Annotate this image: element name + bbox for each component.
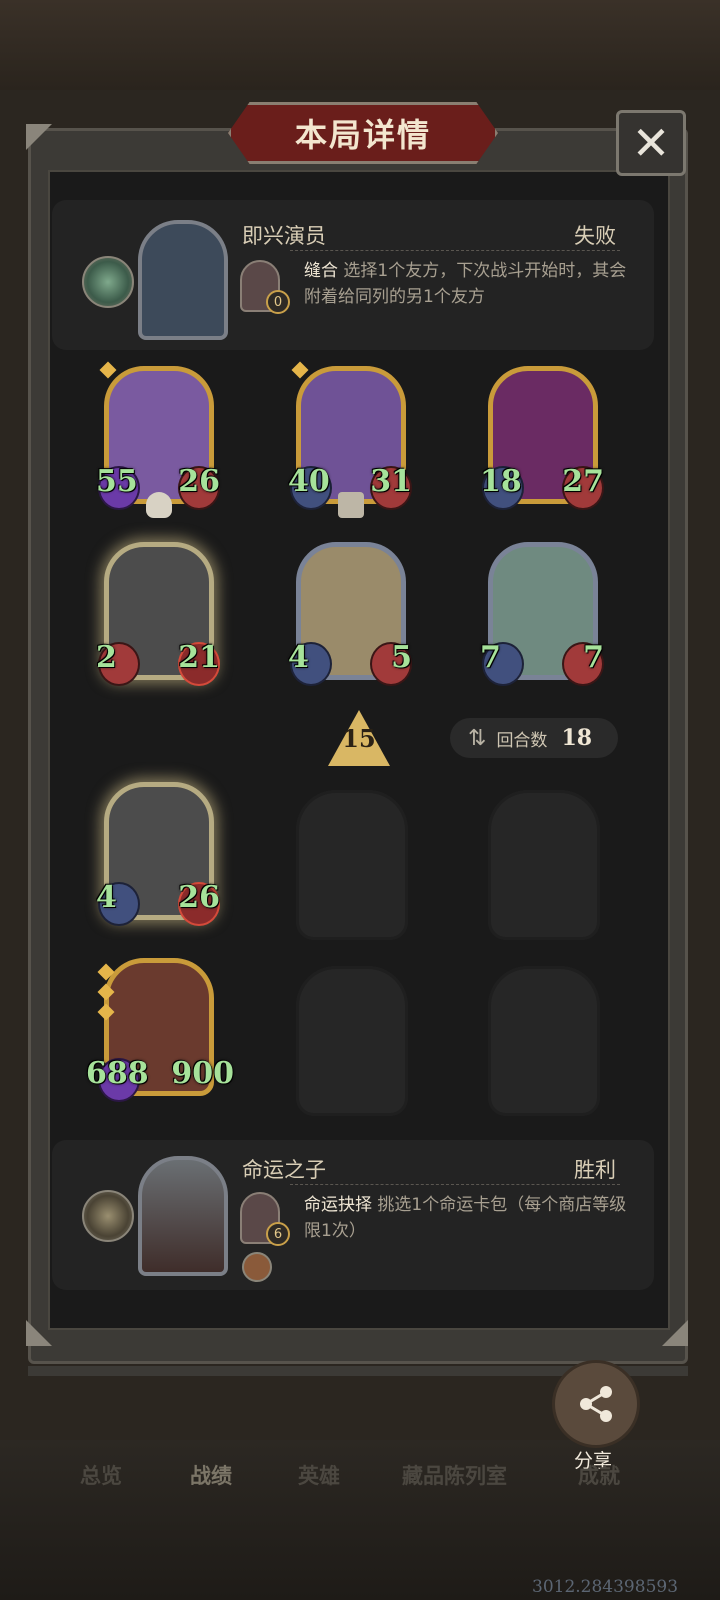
minion-attack: 55	[96, 464, 138, 499]
player-name: 命运之子	[242, 1158, 326, 1182]
minion-health: 26	[178, 880, 220, 915]
player-result: 胜利	[574, 1158, 616, 1182]
coordinate-readout: 3012.284398593	[532, 1577, 679, 1597]
nav-tab-records[interactable]: 战绩	[190, 1460, 232, 1490]
opponent-result: 失败	[574, 224, 616, 248]
player-skill-name: 命运抉择	[304, 1195, 372, 1215]
player-hero-power-icon[interactable]	[82, 1190, 134, 1242]
opponent-panel: 即兴演员 失败 0 缝合 选择1个友方，下次战斗开始时，其会附着给同列的另1个友…	[52, 200, 654, 350]
share-icon	[580, 1386, 612, 1422]
opponent-skill-count: 0	[266, 290, 290, 314]
minion-health: 26	[178, 464, 220, 499]
player-panel: 命运之子 胜利 6 命运抉择 挑选1个命运卡包（每个商店等级限1次）	[52, 1140, 654, 1290]
empty-slot	[488, 790, 600, 940]
nav-tab-heroes[interactable]: 英雄	[298, 1460, 340, 1490]
share-button[interactable]	[552, 1360, 640, 1448]
divider	[290, 1184, 620, 1185]
round-label: 回合数	[496, 730, 548, 751]
minion-card[interactable]: 40 31	[288, 361, 412, 518]
minion-health: 900	[171, 1056, 234, 1091]
tombstone-icon	[338, 492, 364, 518]
minion-card[interactable]: 55 26	[96, 361, 220, 518]
minion-attack: 4	[288, 640, 309, 675]
minion-attack: 40	[288, 464, 330, 499]
minion-health: 27	[562, 464, 604, 499]
minion-attack: 688	[86, 1056, 149, 1091]
minion-health: 7	[583, 640, 604, 675]
empty-slot	[296, 790, 408, 940]
minion-attack: 18	[480, 464, 522, 499]
minion-attack: 7	[480, 640, 501, 675]
minion-card[interactable]: 18 27	[480, 366, 604, 510]
skull-icon	[146, 492, 172, 518]
opponent-hero-power-icon[interactable]	[82, 256, 134, 308]
minion-health: 5	[391, 640, 412, 675]
title-plate: 本局详情	[228, 102, 498, 164]
opponent-skill-description: 缝合 选择1个友方，下次战斗开始时，其会附着给同列的另1个友方	[304, 258, 634, 310]
player-skill-count: 6	[266, 1222, 290, 1246]
minion-attack: 4	[96, 880, 117, 915]
opponent-skill-text: 选择1个友方，下次战斗开始时，其会附着给同列的另1个友方	[304, 261, 627, 307]
player-hero-portrait[interactable]	[138, 1156, 228, 1276]
opponent-name: 即兴演员	[242, 224, 326, 248]
opponent-skill-name: 缝合	[304, 261, 338, 281]
nav-tab-overview[interactable]: 总览	[80, 1460, 122, 1490]
minion-card[interactable]: 4 5	[288, 542, 412, 686]
round-value: 18	[561, 725, 593, 751]
opponent-hero-portrait[interactable]	[138, 220, 228, 340]
minion-card[interactable]: 688 900	[86, 958, 234, 1102]
nav-tab-collection[interactable]: 藏品陈列室	[402, 1460, 507, 1490]
minion-attack: 2	[96, 640, 117, 675]
tavern-level: 15	[342, 724, 376, 753]
minion-health: 31	[370, 464, 412, 499]
divider	[290, 250, 620, 251]
player-skill-description: 命运抉择 挑选1个命运卡包（每个商店等级限1次）	[304, 1192, 634, 1244]
round-counter: ⇅ 回合数 18	[450, 718, 618, 758]
close-icon: ✕	[631, 116, 671, 170]
minion-card[interactable]: 7 7	[480, 542, 604, 686]
empty-slot	[296, 966, 408, 1116]
page-title: 本局详情	[294, 116, 431, 154]
nav-tab-achievements[interactable]: 成就	[578, 1460, 620, 1490]
refresh-icon: ⇅	[468, 725, 487, 751]
background-top	[0, 0, 720, 90]
gold-coin-icon	[242, 1252, 272, 1282]
minion-card[interactable]: 2 21	[96, 542, 220, 686]
minion-card[interactable]: 4 26	[96, 782, 220, 926]
empty-slot	[488, 966, 600, 1116]
minion-health: 21	[178, 640, 220, 675]
close-button[interactable]: ✕	[616, 110, 686, 176]
